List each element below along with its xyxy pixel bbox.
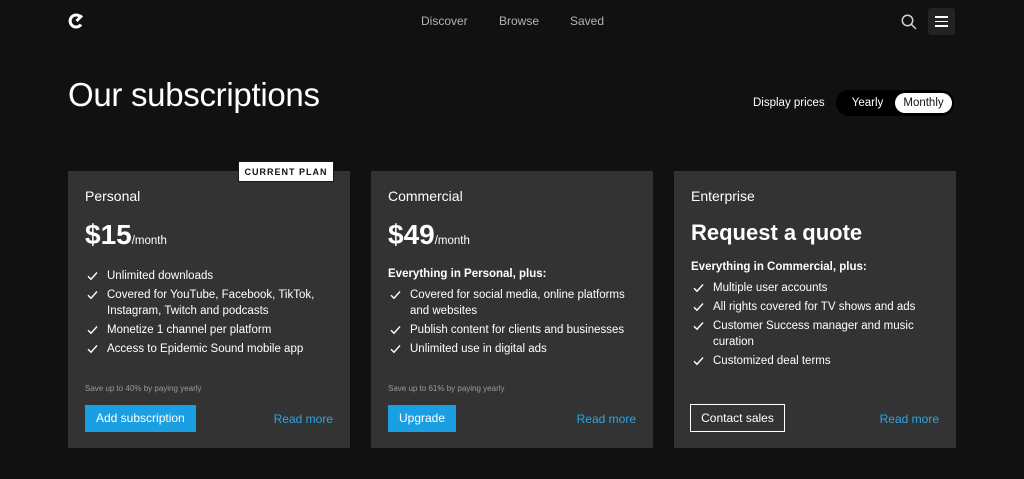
check-icon (390, 291, 401, 300)
feature-item: Unlimited downloads (85, 268, 340, 284)
main-nav: Discover Browse Saved (0, 14, 1024, 30)
check-icon (693, 284, 704, 293)
check-icon (390, 326, 401, 335)
save-note: Save up to 61% by paying yearly (388, 384, 505, 393)
plan-intro: Everything in Personal, plus: (388, 268, 547, 280)
contact-sales-button[interactable]: Contact sales (690, 404, 785, 432)
feature-item: All rights covered for TV shows and ads (691, 299, 946, 315)
plan-card-personal: Personal $15/month Unlimited downloads C… (68, 171, 350, 448)
check-icon (693, 303, 704, 312)
current-plan-badge: CURRENT PLAN (238, 161, 334, 182)
feature-item: Unlimited use in digital ads (388, 341, 643, 357)
read-more-link[interactable]: Read more (577, 412, 636, 426)
check-icon (390, 345, 401, 354)
toggle-monthly[interactable]: Monthly (895, 93, 952, 113)
feature-item: Customer Success manager and music curat… (691, 318, 946, 350)
check-icon (87, 326, 98, 335)
menu-icon[interactable] (928, 8, 955, 35)
add-subscription-button[interactable]: Add subscription (85, 405, 196, 432)
check-icon (87, 291, 98, 300)
plan-price: $15/month (85, 219, 167, 250)
upgrade-button[interactable]: Upgrade (388, 405, 457, 432)
feature-list: Covered for social media, online platfor… (388, 287, 643, 360)
check-icon (693, 322, 704, 331)
feature-item: Covered for social media, online platfor… (388, 287, 643, 319)
plan-price: $49/month (388, 219, 470, 250)
feature-item: Access to Epidemic Sound mobile app (85, 341, 340, 357)
feature-list: Unlimited downloads Covered for YouTube,… (85, 268, 340, 360)
plan-card-enterprise: Enterprise Request a quote Everything in… (674, 171, 956, 448)
check-icon (87, 272, 98, 281)
toggle-yearly[interactable]: Yearly (840, 93, 895, 113)
nav-discover[interactable]: Discover (421, 14, 468, 28)
save-note: Save up to 40% by paying yearly (85, 384, 202, 393)
feature-item: Covered for YouTube, Facebook, TikTok, I… (85, 287, 340, 319)
feature-list: Multiple user accounts All rights covere… (691, 280, 946, 372)
plan-name: Personal (85, 188, 141, 204)
read-more-link[interactable]: Read more (880, 412, 939, 426)
plan-name: Commercial (388, 188, 463, 204)
plan-name: Enterprise (691, 188, 755, 204)
search-icon[interactable] (899, 12, 919, 32)
check-icon (693, 357, 704, 366)
plan-intro: Everything in Commercial, plus: (691, 261, 867, 273)
plan-card-commercial: Commercial $49/month Everything in Perso… (371, 171, 653, 448)
feature-item: Multiple user accounts (691, 280, 946, 296)
feature-item: Monetize 1 channel per platform (85, 322, 340, 338)
feature-item: Customized deal terms (691, 353, 946, 369)
display-prices-label: Display prices (753, 97, 825, 109)
nav-saved[interactable]: Saved (570, 14, 604, 28)
page-title: Our subscriptions (68, 76, 320, 113)
read-more-link[interactable]: Read more (274, 412, 333, 426)
nav-browse[interactable]: Browse (499, 14, 539, 28)
request-quote-heading: Request a quote (691, 220, 863, 245)
feature-item: Publish content for clients and business… (388, 322, 643, 338)
billing-toggle[interactable]: Yearly Monthly (836, 90, 954, 116)
check-icon (87, 345, 98, 354)
